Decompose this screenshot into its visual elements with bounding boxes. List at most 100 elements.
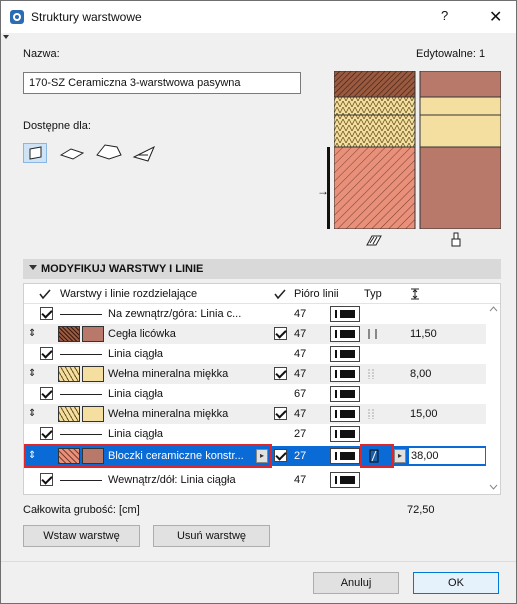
divider bbox=[1, 561, 516, 562]
row-checkbox[interactable] bbox=[40, 307, 53, 320]
check-all-icon[interactable] bbox=[38, 288, 52, 300]
thickness-input[interactable]: 38,00 bbox=[408, 447, 486, 465]
row-label: Wełna mineralna miękka bbox=[108, 408, 229, 420]
pen-swatch[interactable] bbox=[330, 406, 360, 422]
collapse-arrow-icon bbox=[29, 265, 37, 270]
table-row-selected[interactable]: ⇕ Bloczki ceramiczne konstr... ▸ 27 ▸ 38… bbox=[24, 444, 486, 468]
pen-swatch[interactable] bbox=[330, 386, 360, 402]
drag-handle-icon[interactable]: ⇕ bbox=[28, 368, 36, 380]
row-pen: 47 bbox=[294, 348, 307, 360]
help-button[interactable]: ? bbox=[441, 8, 448, 23]
table-scrollbar[interactable] bbox=[487, 304, 500, 494]
corner-arrow-icon bbox=[3, 35, 9, 39]
paint-view-icon[interactable] bbox=[449, 232, 463, 251]
cancel-button[interactable]: Anuluj bbox=[313, 572, 399, 594]
pen-swatch[interactable] bbox=[330, 448, 360, 464]
scroll-up-icon[interactable] bbox=[489, 306, 498, 312]
row-pen: 47 bbox=[294, 368, 307, 380]
section-title: MODYFIKUJ WARSTWY I LINIE bbox=[41, 263, 204, 275]
row-pen: 47 bbox=[294, 308, 307, 320]
hatch-view-icon[interactable] bbox=[366, 233, 382, 250]
name-input[interactable]: 170-SZ Ceramiczna 3-warstwowa pasywna bbox=[23, 72, 301, 94]
pen-swatch[interactable] bbox=[330, 426, 360, 442]
line-icon bbox=[60, 434, 102, 435]
table-row[interactable]: ⇕ Wełna mineralna miękka 47 15,00 bbox=[24, 404, 486, 424]
row-label: Bloczki ceramiczne konstr... bbox=[108, 450, 244, 462]
type-dropdown-arrow-icon[interactable]: ▸ bbox=[394, 449, 406, 463]
row-pen: 47 bbox=[294, 328, 307, 340]
slab-type-button[interactable] bbox=[59, 143, 85, 163]
row-checkbox[interactable] bbox=[40, 347, 53, 360]
remove-layer-button[interactable]: Usuń warstwę bbox=[153, 525, 270, 547]
surface-swatch[interactable] bbox=[82, 366, 104, 382]
core-type-icon[interactable] bbox=[368, 449, 382, 463]
row-pen: 47 bbox=[294, 474, 307, 486]
table-row[interactable]: Linia ciągła 47 bbox=[24, 344, 486, 364]
pen-checkbox[interactable] bbox=[274, 449, 287, 462]
row-checkbox[interactable] bbox=[40, 473, 53, 486]
modify-section-header[interactable]: MODYFIKUJ WARSTWY I LINIE bbox=[23, 259, 501, 279]
hatch-swatch[interactable] bbox=[58, 326, 80, 342]
line-icon bbox=[60, 314, 102, 315]
row-label: Wełna mineralna miękka bbox=[108, 368, 229, 380]
row-pen: 47 bbox=[294, 408, 307, 420]
row-thickness[interactable]: 11,50 bbox=[410, 328, 437, 340]
pen-swatch[interactable] bbox=[330, 306, 360, 322]
pen-checkbox[interactable] bbox=[274, 367, 287, 380]
row-thickness[interactable]: 8,00 bbox=[410, 368, 431, 380]
hatch-swatch[interactable] bbox=[58, 366, 80, 382]
close-button[interactable]: ✕ bbox=[489, 7, 502, 27]
table-row[interactable]: ⇕ Wełna mineralna miękka 47 8,00 bbox=[24, 364, 486, 384]
shell-type-button[interactable] bbox=[132, 143, 156, 163]
row-thickness[interactable]: 38,00 bbox=[411, 450, 439, 462]
other-type-icon[interactable] bbox=[366, 367, 380, 381]
core-type-icon[interactable] bbox=[366, 327, 380, 341]
surface-swatch[interactable] bbox=[82, 406, 104, 422]
window-title: Struktury warstwowe bbox=[31, 10, 142, 24]
table-row[interactable]: Wewnątrz/dół: Linia ciągła 47 bbox=[24, 470, 486, 490]
pen-swatch[interactable] bbox=[330, 472, 360, 488]
table-row[interactable]: Na zewnątrz/góra: Linia c... 47 bbox=[24, 304, 486, 324]
row-checkbox[interactable] bbox=[40, 387, 53, 400]
row-label: Wewnątrz/dół: Linia ciągła bbox=[108, 474, 236, 486]
insert-layer-button[interactable]: Wstaw warstwę bbox=[23, 525, 140, 547]
row-checkbox[interactable] bbox=[40, 427, 53, 440]
row-pen: 67 bbox=[294, 388, 307, 400]
row-label: Linia ciągła bbox=[108, 428, 164, 440]
pen-swatch[interactable] bbox=[330, 326, 360, 342]
surface-swatch[interactable] bbox=[82, 448, 104, 464]
layers-table: Warstwy i linie rozdzielające Pióro lini… bbox=[23, 283, 501, 495]
drag-handle-icon[interactable]: ⇕ bbox=[28, 328, 36, 340]
pen-checkbox[interactable] bbox=[274, 407, 287, 420]
hatch-swatch[interactable] bbox=[58, 448, 80, 464]
column-pen: Pióro linii bbox=[294, 288, 339, 300]
ok-button[interactable]: OK bbox=[413, 572, 499, 594]
table-row[interactable]: Linia ciągła 27 bbox=[24, 424, 486, 444]
table-header: Warstwy i linie rozdzielające Pióro lini… bbox=[24, 284, 500, 304]
table-row[interactable]: Linia ciągła 67 bbox=[24, 384, 486, 404]
surface-swatch[interactable] bbox=[82, 326, 104, 342]
pen-swatch[interactable] bbox=[330, 346, 360, 362]
row-pen: 27 bbox=[294, 450, 307, 462]
reference-arrow-icon: → bbox=[317, 184, 329, 198]
expand-arrow-icon[interactable]: ▸ bbox=[256, 449, 268, 463]
preview-svg bbox=[333, 70, 502, 230]
pen-checkbox[interactable] bbox=[274, 327, 287, 340]
pen-swatch[interactable] bbox=[330, 366, 360, 382]
app-icon bbox=[10, 10, 24, 24]
row-label: Cegła licówka bbox=[108, 328, 176, 340]
table-row[interactable]: ⇕ Cegła licówka 47 11,50 bbox=[24, 324, 486, 344]
line-icon bbox=[60, 394, 102, 395]
drag-handle-icon[interactable]: ⇕ bbox=[28, 408, 36, 420]
slab-icon bbox=[59, 148, 85, 160]
other-type-icon[interactable] bbox=[366, 407, 380, 421]
row-thickness[interactable]: 15,00 bbox=[410, 408, 438, 420]
thickness-icon bbox=[411, 288, 419, 300]
scroll-down-icon[interactable] bbox=[489, 484, 498, 490]
roof-type-button[interactable] bbox=[95, 141, 122, 161]
line-icon bbox=[60, 480, 102, 481]
wall-type-button[interactable] bbox=[23, 143, 47, 163]
structure-preview bbox=[333, 70, 502, 230]
name-label: Nazwa: bbox=[23, 48, 60, 60]
hatch-swatch[interactable] bbox=[58, 406, 80, 422]
